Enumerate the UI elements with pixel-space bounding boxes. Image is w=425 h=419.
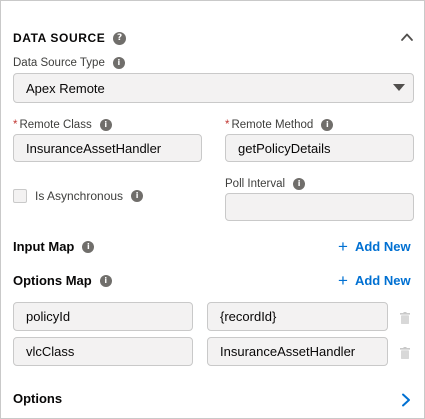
info-icon[interactable]: i (112, 57, 125, 69)
remote-class-input[interactable]: InsuranceAssetHandler (13, 134, 202, 162)
plus-icon: + (338, 237, 348, 256)
options-section-toggle[interactable]: Options (13, 391, 62, 406)
trash-icon[interactable] (400, 347, 410, 359)
chevron-right-icon[interactable] (399, 392, 413, 408)
remote-method-label: * Remote Method i (225, 119, 334, 131)
info-icon[interactable]: i (82, 240, 95, 253)
data-source-type-select[interactable]: Apex Remote (13, 73, 414, 103)
help-icon[interactable]: ? (113, 31, 127, 45)
section-header: DATA SOURCE ? (13, 31, 127, 45)
info-icon[interactable]: i (293, 178, 306, 190)
section-title: DATA SOURCE (13, 31, 106, 45)
remote-method-input[interactable]: getPolicyDetails (225, 134, 414, 162)
async-checkbox-row: Is Asynchronous i (13, 189, 144, 203)
info-icon[interactable]: i (99, 274, 112, 287)
options-map-key-input[interactable]: policyId (13, 302, 193, 331)
remote-class-label: * Remote Class i (13, 119, 112, 131)
options-map-value-input[interactable]: InsuranceAssetHandler (207, 337, 388, 366)
trash-icon[interactable] (400, 312, 410, 324)
data-source-panel: DATA SOURCE ? Data Source Type i Apex Re… (0, 0, 425, 419)
chevron-up-icon[interactable] (399, 29, 415, 45)
async-label: Is Asynchronous (35, 189, 124, 203)
options-map-key-input[interactable]: vlcClass (13, 337, 193, 366)
data-source-type-label: Data Source Type i (13, 57, 125, 69)
poll-interval-input[interactable] (225, 193, 414, 221)
chevron-down-icon (393, 84, 405, 91)
info-icon[interactable]: i (131, 190, 144, 202)
async-checkbox[interactable] (13, 189, 27, 203)
options-map-header: Options Map i (13, 273, 112, 288)
options-map-value-input[interactable]: {recordId} (207, 302, 388, 331)
plus-icon: + (338, 271, 348, 290)
info-icon[interactable]: i (321, 119, 334, 131)
options-map-add-button[interactable]: + Add New (338, 272, 411, 289)
poll-interval-label: Poll Interval i (225, 178, 306, 190)
info-icon[interactable]: i (99, 119, 112, 131)
input-map-header: Input Map i (13, 239, 95, 254)
input-map-add-button[interactable]: + Add New (338, 238, 411, 255)
